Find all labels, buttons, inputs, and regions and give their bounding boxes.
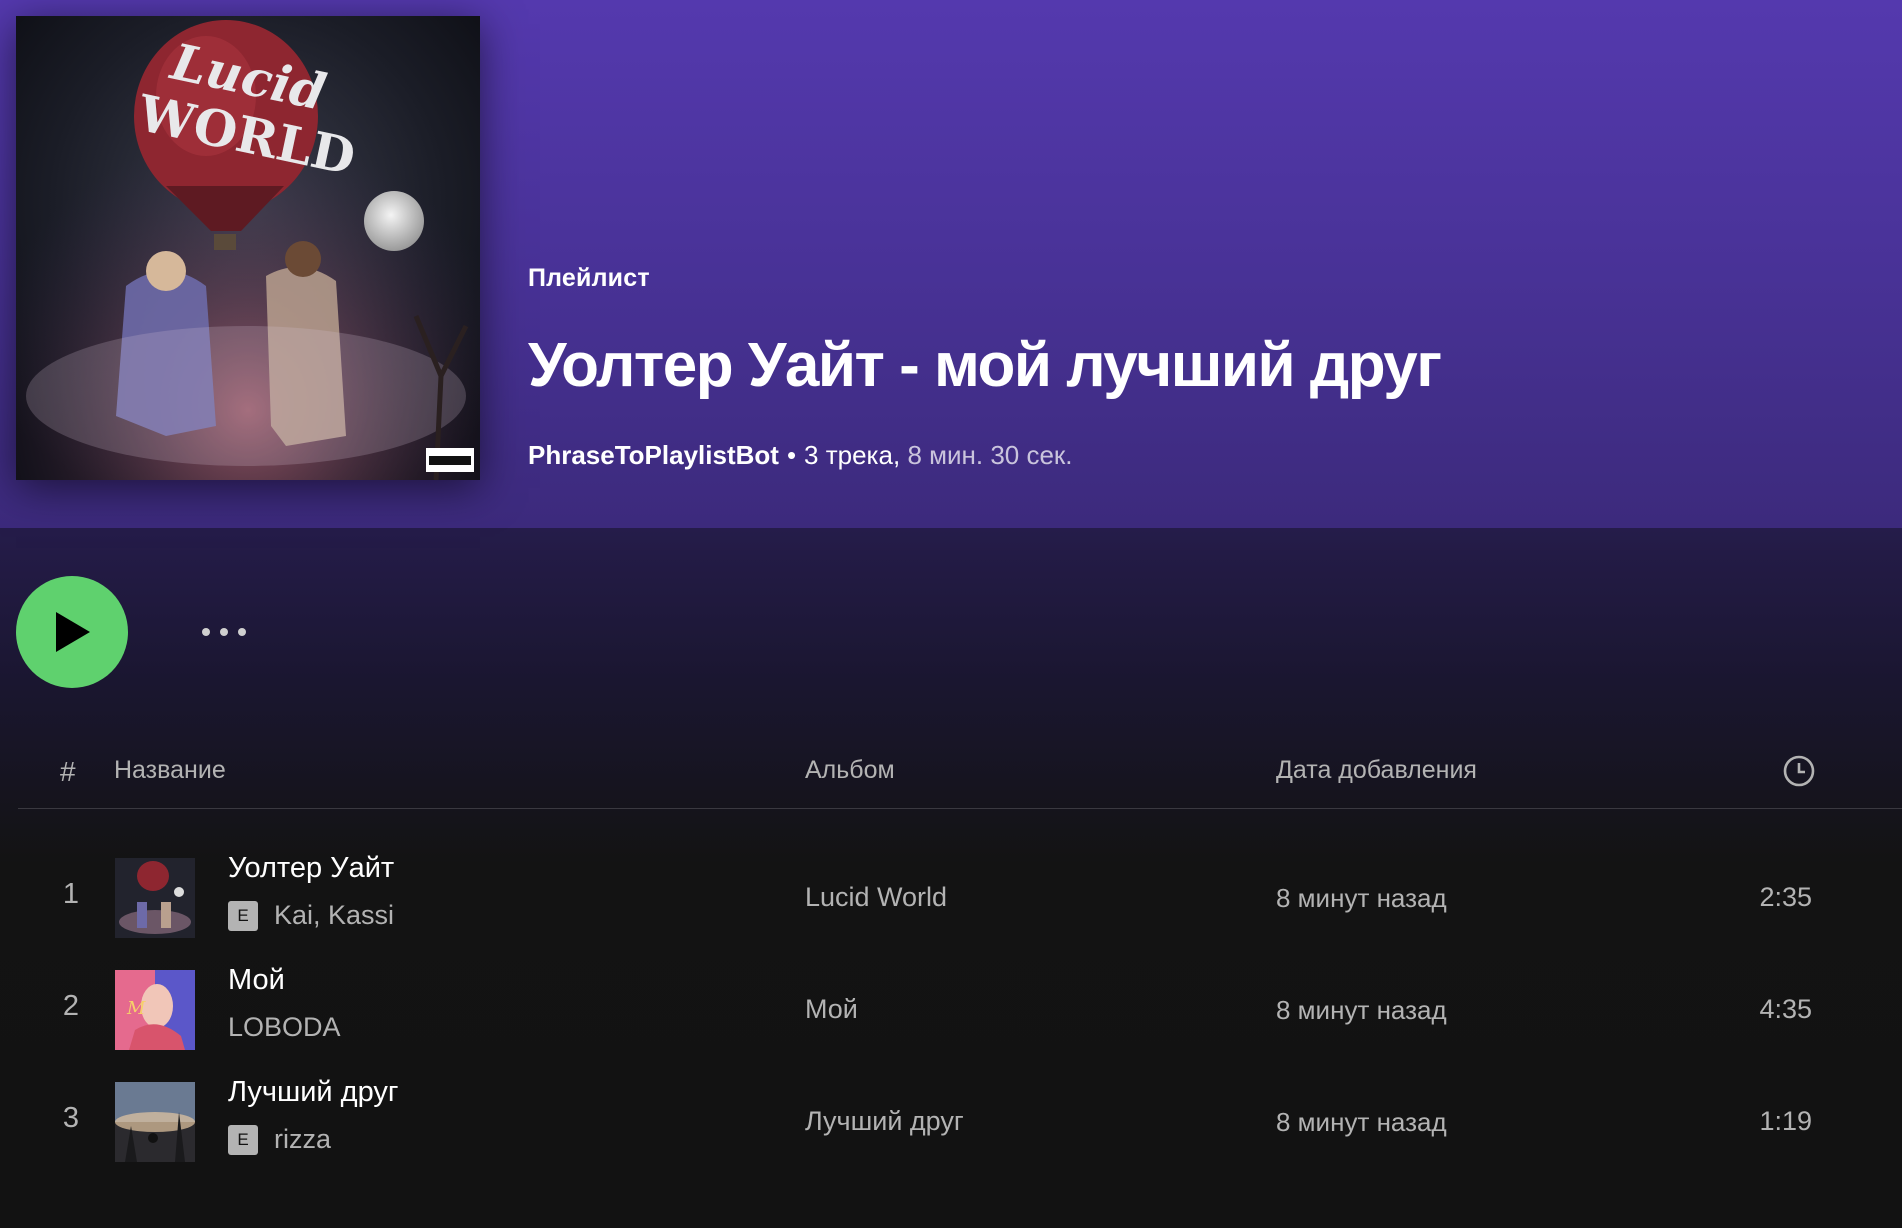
svg-text:M: M (126, 998, 146, 1019)
play-button[interactable] (16, 576, 128, 688)
track-date-added: 8 минут назад (1276, 1107, 1447, 1137)
track-thumbnail (115, 1082, 195, 1162)
track-thumbnail: M (115, 970, 195, 1050)
playlist-duration: 8 мин. 30 сек. (907, 440, 1073, 470)
clock-icon (1783, 755, 1815, 787)
more-options-icon (202, 628, 210, 636)
track-row[interactable]: 3 Лучший друг E rizza Лучший друг 8 мину… (18, 1070, 1902, 1174)
playlist-type-label: Плейлист (528, 264, 650, 292)
track-count: 3 трека, (804, 440, 901, 470)
track-duration: 1:19 (1759, 1106, 1812, 1136)
more-options-icon (238, 628, 246, 636)
playlist-owner-link[interactable]: PhraseToPlaylistBot (528, 440, 779, 470)
header-album[interactable]: Альбом (805, 756, 895, 785)
track-title[interactable]: Уолтер Уайт (228, 852, 394, 885)
track-row[interactable]: 2 M Мой LOBODA Мой 8 минут назад 4:35 (18, 958, 1902, 1062)
track-thumbnail (115, 858, 195, 938)
header-number[interactable]: # (60, 756, 76, 788)
track-date-added: 8 минут назад (1276, 883, 1447, 913)
header-date-added[interactable]: Дата добавления (1276, 756, 1477, 785)
track-album[interactable]: Мой (805, 994, 858, 1025)
track-date-added: 8 минут назад (1276, 995, 1447, 1025)
track-number: 2 (62, 990, 80, 1022)
track-album[interactable]: Лучший друг (805, 1106, 964, 1137)
track-number: 3 (62, 1102, 80, 1134)
track-artists[interactable]: Kai, Kassi (274, 900, 394, 931)
track-title[interactable]: Мой (228, 964, 285, 997)
more-options-icon (220, 628, 228, 636)
track-album[interactable]: Lucid World (805, 882, 947, 913)
meta-separator: • (786, 440, 797, 470)
play-icon (56, 612, 90, 652)
track-artists[interactable]: rizza (274, 1124, 331, 1155)
track-number: 1 (62, 878, 80, 910)
track-row[interactable]: 1 Уолтер Уайт E Kai, Kassi Lucid World 8… (18, 846, 1902, 950)
track-duration: 2:35 (1759, 882, 1812, 912)
track-table-header: # Название Альбом Дата добавления (18, 750, 1902, 809)
track-title[interactable]: Лучший друг (228, 1076, 399, 1109)
track-duration: 4:35 (1759, 994, 1812, 1024)
more-options-button[interactable] (194, 612, 254, 652)
track-artists[interactable]: LOBODA (228, 1012, 341, 1043)
explicit-badge: E (228, 900, 258, 931)
explicit-badge: E (228, 1124, 258, 1155)
playlist-meta: PhraseToPlaylistBot • 3 трека, 8 мин. 30 с… (528, 440, 1073, 471)
playlist-title: Уолтер Уайт - мой лучший друг (528, 331, 1442, 400)
header-title[interactable]: Название (114, 756, 226, 785)
header-duration[interactable] (1782, 754, 1816, 795)
playlist-cover-art: Lucid WORLD (16, 16, 480, 480)
